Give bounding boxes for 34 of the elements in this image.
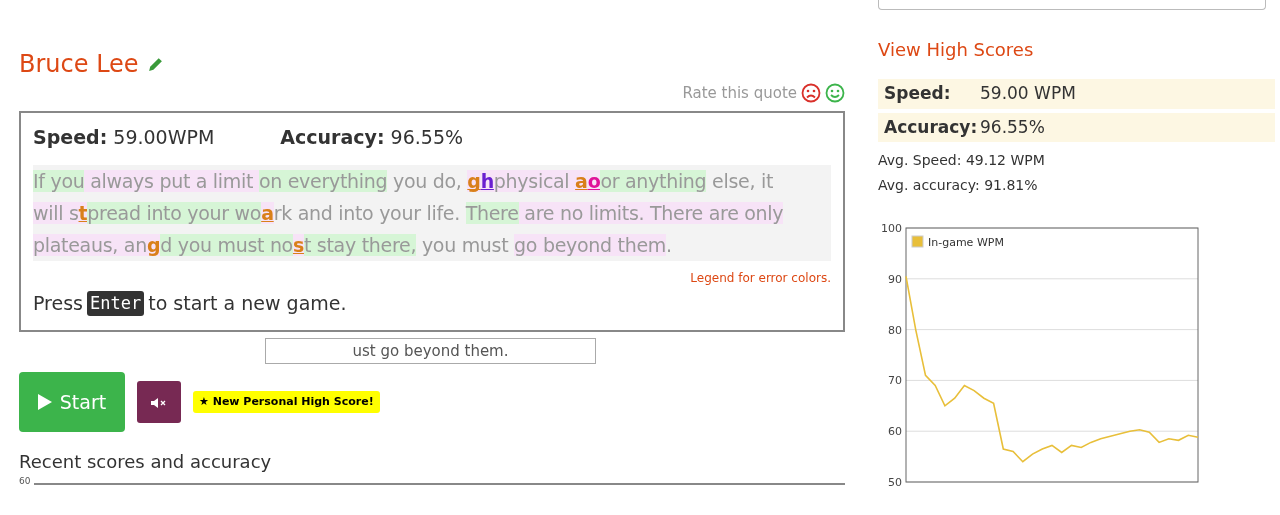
speed-result: Speed: 59.00WPM xyxy=(33,124,215,150)
mute-icon xyxy=(151,396,167,409)
rate-label: Rate this quote xyxy=(682,83,797,104)
average-stat: Avg. Speed: 49.12 WPM xyxy=(878,151,1046,170)
average-stat: Avg. accuracy: 91.81% xyxy=(878,176,1039,195)
quote-text: If you always put a limit on everything you do, ghphysical aoor anything else, it will stpread into your woark and into your life. There are no limits. There are only plateaus, angd you must nost stay there, you must go beyond them. xyxy=(33,165,831,261)
high-score-badge: ★ New Personal High Score! xyxy=(193,390,380,414)
axis-label: 60 xyxy=(19,475,31,488)
axis-tick-label: 100 xyxy=(881,222,902,235)
prompt-text: to start a new game. xyxy=(148,291,347,316)
pencil-icon[interactable] xyxy=(146,55,164,73)
prompt-text: Press xyxy=(33,291,83,316)
axis-tick-label: 60 xyxy=(888,425,902,439)
play-icon xyxy=(37,394,52,410)
enter-key: Enter xyxy=(87,290,145,316)
start-button[interactable]: Start xyxy=(19,372,125,432)
stat-row: Accuracy: 96.55% xyxy=(878,112,1275,142)
author-name: Bruce Lee xyxy=(19,49,139,80)
axis-tick-label: 70 xyxy=(888,374,902,388)
axis-tick-label: 90 xyxy=(888,272,902,286)
text-field[interactable] xyxy=(878,0,1266,10)
mute-button[interactable] xyxy=(137,381,181,423)
stat-row: Speed: 59.00 WPM xyxy=(878,79,1275,109)
accuracy-result: Accuracy: 96.55% xyxy=(280,124,464,150)
sad-face-icon[interactable] xyxy=(801,83,821,104)
axis-tick-label: 80 xyxy=(888,323,902,337)
legend-label: In-game WPM xyxy=(928,236,1004,249)
typing-field[interactable]: ust go beyond them. xyxy=(265,337,596,364)
section-heading: Recent scores and accuracy xyxy=(19,450,273,474)
axis-tick-label: 50 xyxy=(888,476,902,489)
smiley-icon[interactable] xyxy=(825,83,845,104)
legend-link[interactable]: Legend for error colors. xyxy=(690,271,831,285)
legend-swatch xyxy=(911,235,924,248)
high-scores-link[interactable]: View High Scores xyxy=(878,39,1034,60)
